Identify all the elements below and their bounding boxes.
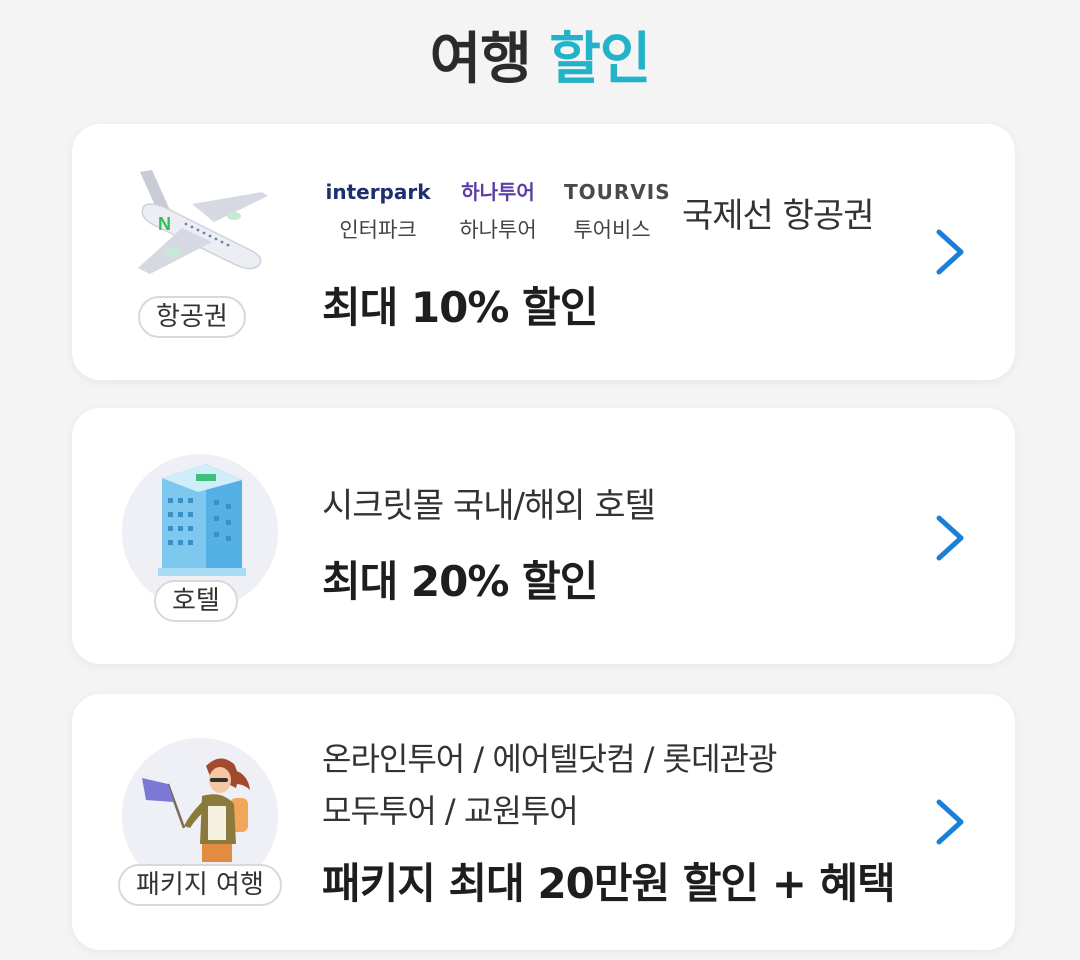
hotel-card[interactable]: 호텔 시크릿몰 국내/해외 호텔 최대 20% 할인 xyxy=(72,408,1015,664)
discount-headline: 패키지 최대 20만원 할인 + 혜택 xyxy=(322,859,896,908)
package-partners-line2: 모두투어 / 교원투어 xyxy=(322,792,579,830)
interpark-logo: interpark xyxy=(325,180,431,204)
partner-name: 인터파크 xyxy=(339,218,417,242)
package-tour-card[interactable]: 패키지 여행 온라인투어 / 에어텔닷컴 / 롯데관광 모두투어 / 교원투어 … xyxy=(72,694,1015,950)
package-partners-line1: 온라인투어 / 에어텔닷컴 / 롯데관광 xyxy=(322,740,777,778)
page-title: 여행 할인 xyxy=(0,14,1080,95)
hotel-building-icon xyxy=(158,464,246,576)
category-badge: 항공권 xyxy=(138,296,246,338)
hanatour-logo: 하나투어 xyxy=(461,180,535,204)
airplane-icon: N xyxy=(138,170,268,274)
title-accent-text: 할인 xyxy=(549,27,651,92)
partner-interpark: interpark 인터파크 xyxy=(322,178,434,244)
tourvis-logo: TOURVIS xyxy=(564,180,671,204)
svg-text:N: N xyxy=(158,214,171,234)
travel-discount-page: 여행 할인 N 항공권 interpark 인터파크 하나투어 하나투어 TOU… xyxy=(0,0,1080,960)
discount-headline: 최대 10% 할인 xyxy=(322,283,598,332)
category-label: 국제선 항공권 xyxy=(682,196,874,236)
title-text: 여행 xyxy=(429,27,532,92)
partner-hanatour: 하나투어 하나투어 xyxy=(452,178,544,244)
category-badge: 호텔 xyxy=(154,580,238,622)
partner-name: 하나투어 xyxy=(459,218,537,242)
chevron-right-icon[interactable] xyxy=(933,514,967,562)
discount-headline: 최대 20% 할인 xyxy=(322,557,598,606)
partner-tourvis: TOURVIS 투어비스 xyxy=(564,178,671,244)
hotel-subtitle: 시크릿몰 국내/해외 호텔 xyxy=(322,486,656,526)
airline-ticket-card[interactable]: N 항공권 interpark 인터파크 하나투어 하나투어 TOURVIS 투… xyxy=(72,124,1015,380)
category-badge: 패키지 여행 xyxy=(118,864,282,906)
chevron-right-icon[interactable] xyxy=(933,228,967,276)
traveler-with-flag-icon xyxy=(142,758,250,862)
partner-name: 투어비스 xyxy=(573,218,651,242)
chevron-right-icon[interactable] xyxy=(933,798,967,846)
